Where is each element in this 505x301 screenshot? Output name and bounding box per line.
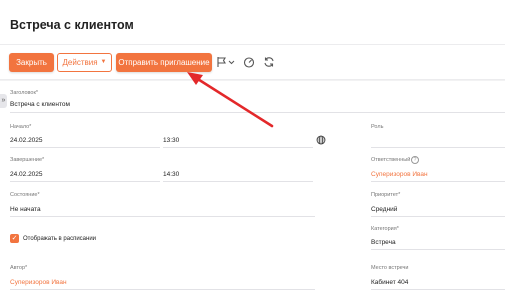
globe-icon[interactable]: [316, 135, 326, 145]
location-field[interactable]: Кабинет 404: [371, 279, 408, 286]
chevron-down-icon[interactable]: [228, 55, 235, 69]
author-label: Автор*: [10, 265, 28, 271]
subject-underline: [10, 112, 505, 113]
author-link[interactable]: Суперизоров Иван: [10, 279, 67, 286]
subject-field[interactable]: Встреча с клиентом: [10, 101, 70, 108]
close-button[interactable]: Закрыть: [9, 53, 54, 72]
start-time-underline: [163, 147, 313, 148]
flag-icon[interactable]: [215, 55, 229, 69]
timer-icon[interactable]: [242, 55, 256, 69]
chevron-down-icon: ▼: [100, 59, 107, 66]
sidebar-toggle[interactable]: »: [0, 94, 7, 108]
page-header: Встреча с клиентом: [0, 0, 505, 44]
subject-label: Заголовок*: [10, 90, 38, 96]
actions-label: Действия: [62, 58, 98, 67]
location-underline: [371, 289, 505, 290]
send-invitation-button[interactable]: Отправить приглашение: [116, 53, 212, 72]
owner-underline: [371, 181, 505, 182]
start-date-underline: [10, 147, 160, 148]
show-in-schedule-label: Отображать в расписании: [23, 236, 97, 242]
start-label: Начало*: [10, 124, 32, 130]
owner-link[interactable]: Суперизоров Иван: [371, 171, 428, 178]
end-time-underline: [163, 181, 313, 182]
role-label: Роль: [371, 124, 384, 130]
end-date-field[interactable]: 24.02.2025: [10, 171, 43, 178]
priority-field[interactable]: Средний: [371, 206, 397, 213]
role-underline: [371, 147, 505, 148]
status-field[interactable]: Не начата: [10, 206, 41, 213]
page-title: Встреча с клиентом: [10, 18, 134, 32]
end-label: Завершение*: [10, 157, 45, 163]
priority-underline: [371, 216, 505, 217]
refresh-icon[interactable]: [262, 55, 276, 69]
category-field[interactable]: Встреча: [371, 239, 396, 246]
location-label: Место встречи: [371, 265, 409, 271]
category-label: Категория*: [371, 226, 399, 232]
status-underline: [10, 216, 315, 217]
actions-dropdown-button[interactable]: Действия ▼: [57, 53, 112, 72]
end-time-field[interactable]: 14:30: [163, 171, 179, 178]
show-in-schedule-checkbox[interactable]: ✓: [10, 234, 19, 243]
end-date-underline: [10, 181, 160, 182]
owner-label: Ответственный: [371, 157, 411, 163]
form-panel: [0, 81, 505, 301]
toolbar: Закрыть Действия ▼ Отправить приглашение: [0, 44, 505, 80]
author-underline: [10, 289, 315, 290]
start-time-field[interactable]: 13:30: [163, 137, 179, 144]
start-date-field[interactable]: 24.02.2025: [10, 137, 43, 144]
status-label: Состояние*: [10, 192, 40, 198]
info-icon[interactable]: ?: [411, 156, 419, 164]
priority-label: Приоритет*: [371, 192, 401, 198]
category-underline: [371, 249, 505, 250]
